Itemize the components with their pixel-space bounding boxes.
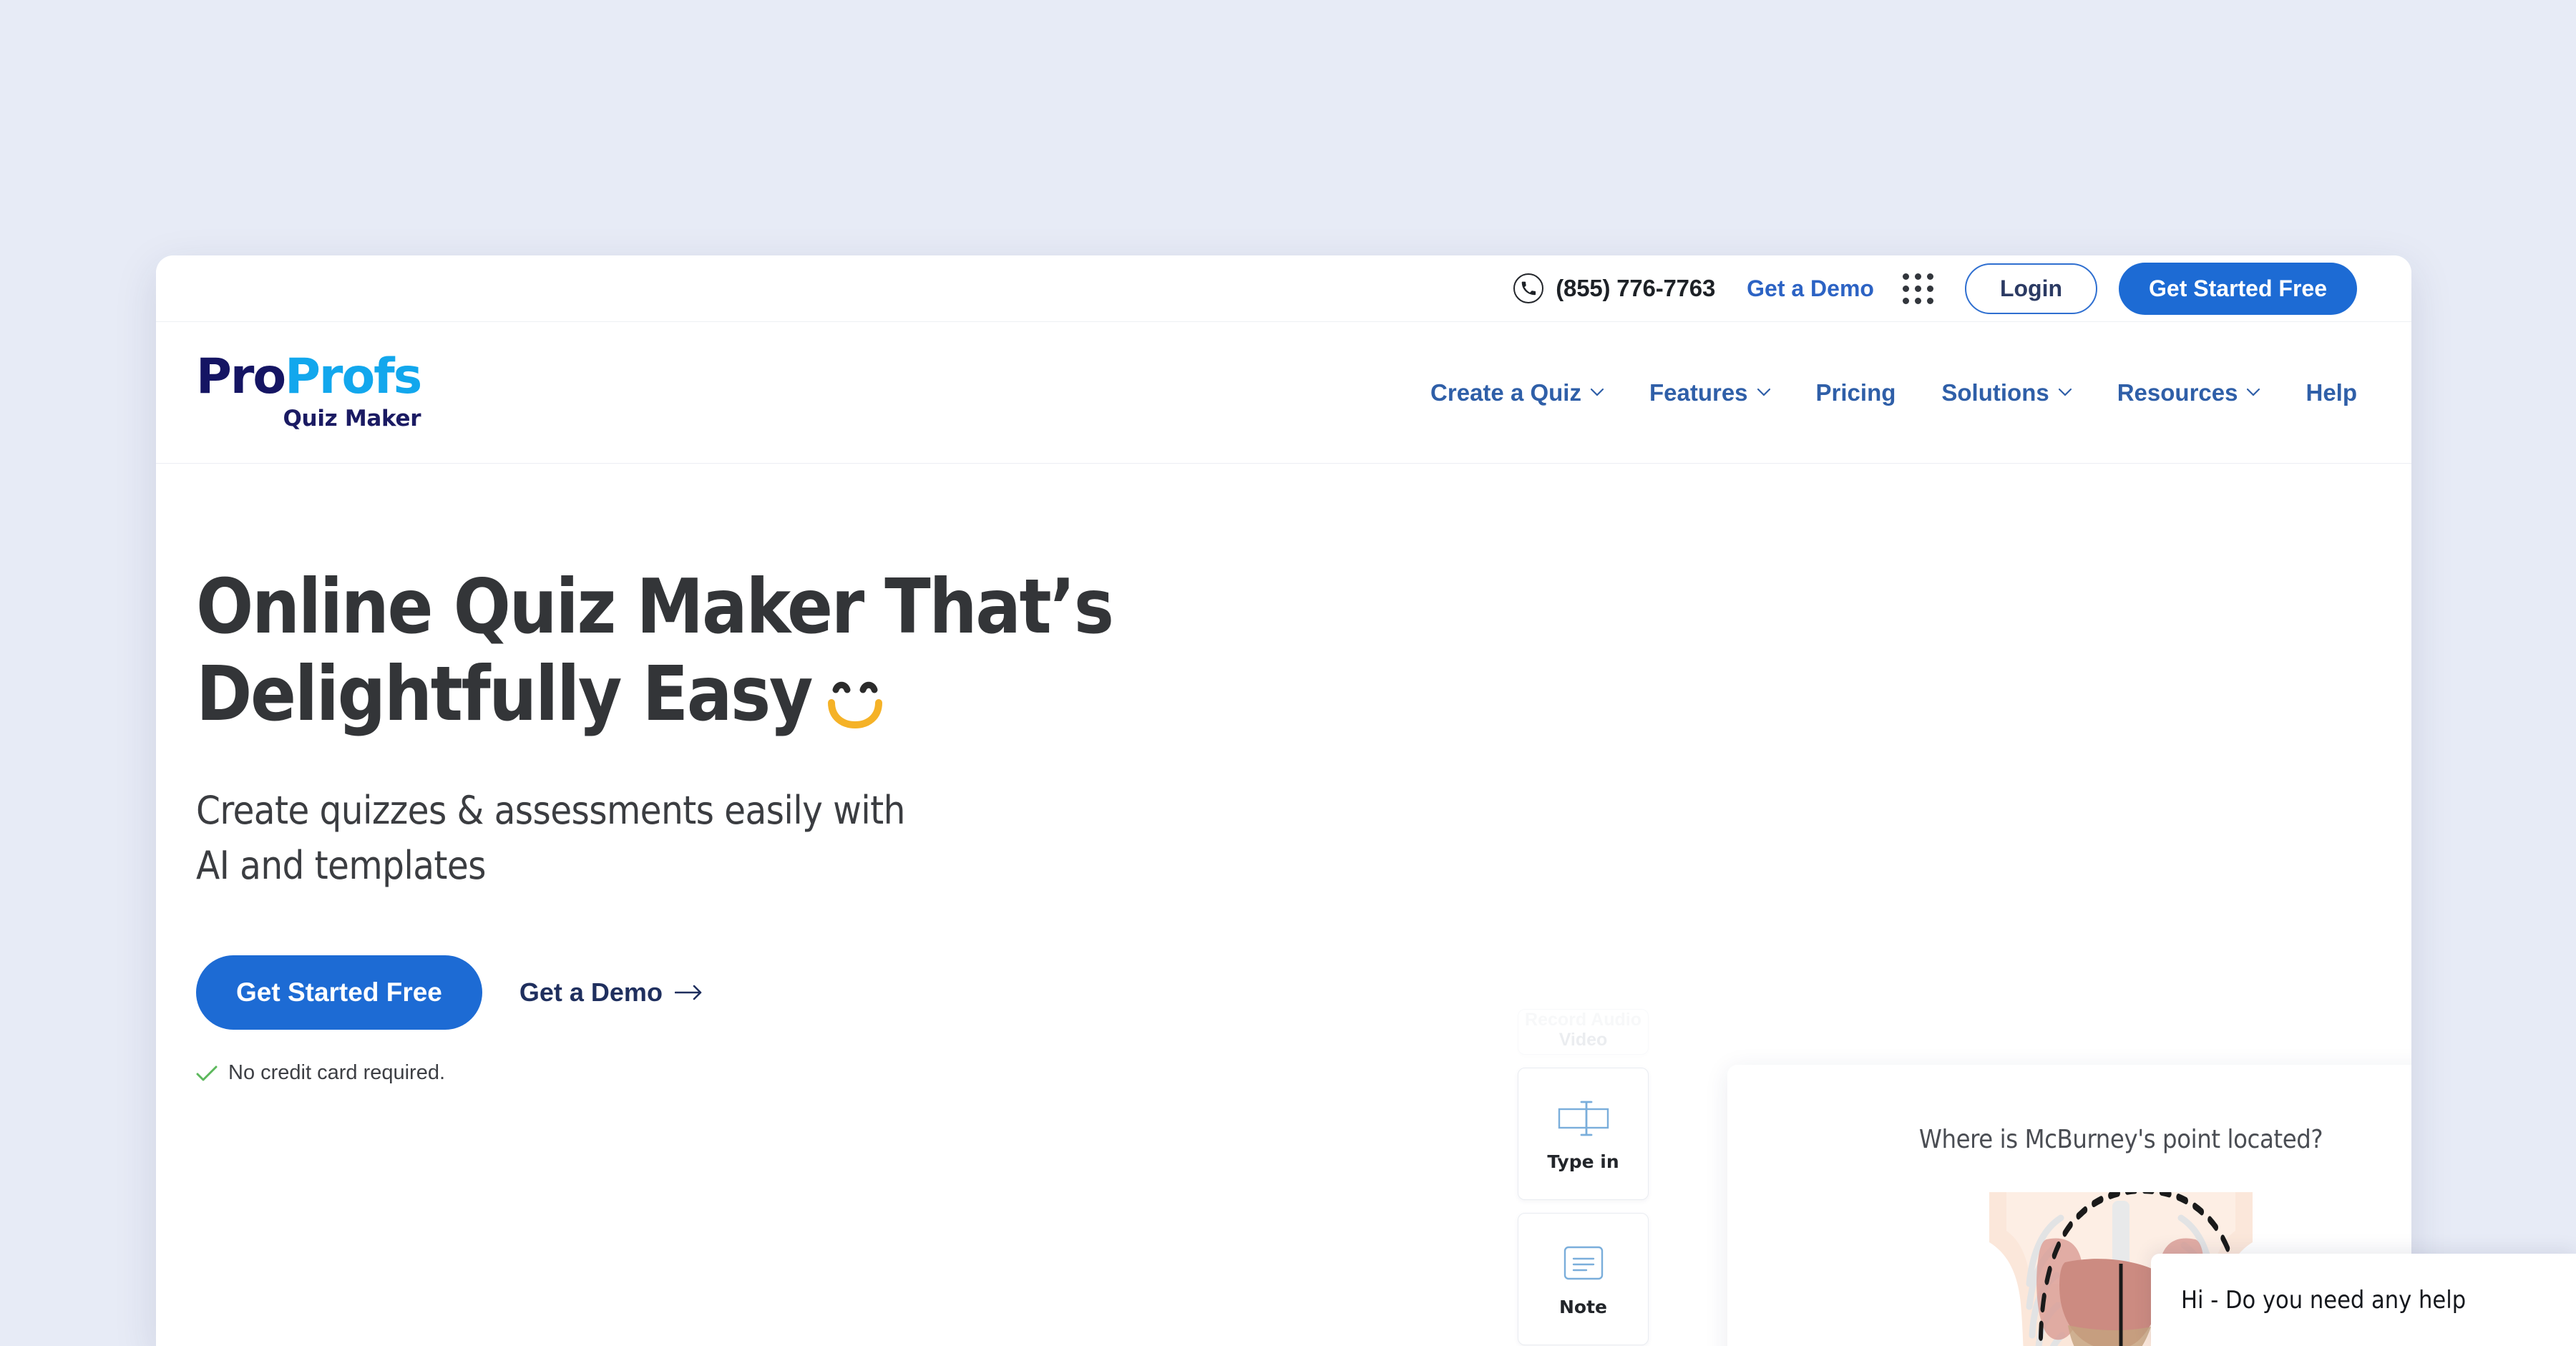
nav-label: Resources [2117,379,2238,406]
nav-item-resources[interactable]: Resources [2117,379,2260,406]
phone-number[interactable]: (855) 776-7763 [1556,275,1715,302]
logo-pro: Pro [196,348,286,406]
hero-cta-row: Get Started Free Get a Demo [196,955,1341,1030]
get-started-free-button-top[interactable]: Get Started Free [2119,262,2357,315]
question-type-type-in-label: Type in [1547,1151,1619,1172]
chevron-down-icon [2058,389,2072,396]
no-credit-card-note: No credit card required. [196,1061,1341,1085]
question-type-note[interactable]: Note [1518,1213,1649,1345]
nav-item-help[interactable]: Help [2306,379,2357,406]
question-type-note-label: Note [1558,1297,1607,1317]
quiz-question-text: Where is McBurney's point located? [1918,1125,2323,1154]
text-cursor-icon [1553,1096,1614,1141]
no-credit-card-text: No credit card required. [228,1061,446,1085]
hero-copy-block: Online Quiz Maker That’s Delightfully Ea… [196,563,1341,1085]
chevron-down-icon [2247,389,2260,396]
nav-label: Help [2306,379,2357,406]
phone-block[interactable]: (855) 776-7763 [1513,273,1715,303]
question-type-rail: Record Audio Video Type in Note [1518,1009,1649,1346]
nav-label: Pricing [1815,379,1896,406]
chevron-down-icon [1590,389,1604,396]
nav-item-create-a-quiz[interactable]: Create a Quiz [1430,379,1604,406]
nav-label: Create a Quiz [1430,379,1581,406]
note-document-icon [1561,1241,1606,1287]
utility-topbar: (855) 776-7763 Get a Demo Login Get Star… [156,255,2411,322]
hero-subheading-line2: AI and templates [196,843,486,889]
hero-section: Online Quiz Maker That’s Delightfully Ea… [156,464,2411,1346]
question-type-video[interactable]: Record Audio Video [1518,1009,1649,1055]
phone-icon [1513,273,1544,303]
nav-item-solutions[interactable]: Solutions [1941,379,2072,406]
hero-demo-label: Get a Demo [519,977,663,1008]
question-type-video-sublabel: Record Audio [1525,1010,1641,1030]
nav-label: Solutions [1941,379,2049,406]
nav-links: Create a Quiz Features Pricing Solutions… [1430,379,2357,406]
logo-profs: Profs [285,348,422,406]
chevron-down-icon [1757,389,1770,396]
chat-widget-message: Hi - Do you need any help [2181,1285,2467,1315]
smiley-face-emoji [821,661,890,748]
hero-get-a-demo-link[interactable]: Get a Demo [519,977,703,1008]
hero-subheading: Create quizzes & assessments easily with… [196,783,1341,894]
hero-heading-line2: Delightfully Easy [196,650,813,738]
browser-site-card: (855) 776-7763 Get a Demo Login Get Star… [156,255,2411,1346]
proprofs-logo[interactable]: ProProfs Quiz Maker [196,353,422,431]
login-button[interactable]: Login [1964,263,2098,314]
hero-subheading-line1: Create quizzes & assessments easily with [196,787,905,833]
chat-widget[interactable]: Hi - Do you need any help [2151,1254,2576,1346]
nav-item-pricing[interactable]: Pricing [1816,379,1896,406]
topbar-get-a-demo-link[interactable]: Get a Demo [1747,275,1874,302]
main-navigation: ProProfs Quiz Maker Create a Quiz Featur… [156,322,2411,464]
logo-tagline: Quiz Maker [283,405,421,431]
apps-grid-icon[interactable] [1902,273,1933,304]
question-type-video-label: Video [1558,1029,1608,1050]
arrow-right-icon [674,985,702,1000]
hero-heading-line1: Online Quiz Maker That’s [196,563,1114,650]
page-title: Online Quiz Maker That’s Delightfully Ea… [196,563,1341,748]
nav-item-features[interactable]: Features [1649,379,1770,406]
logo-wordmark: ProProfs [196,353,422,401]
green-check-icon [196,1065,218,1081]
hero-get-started-free-button[interactable]: Get Started Free [196,955,482,1030]
question-type-type-in[interactable]: Type in [1518,1068,1649,1200]
nav-label: Features [1649,379,1748,406]
